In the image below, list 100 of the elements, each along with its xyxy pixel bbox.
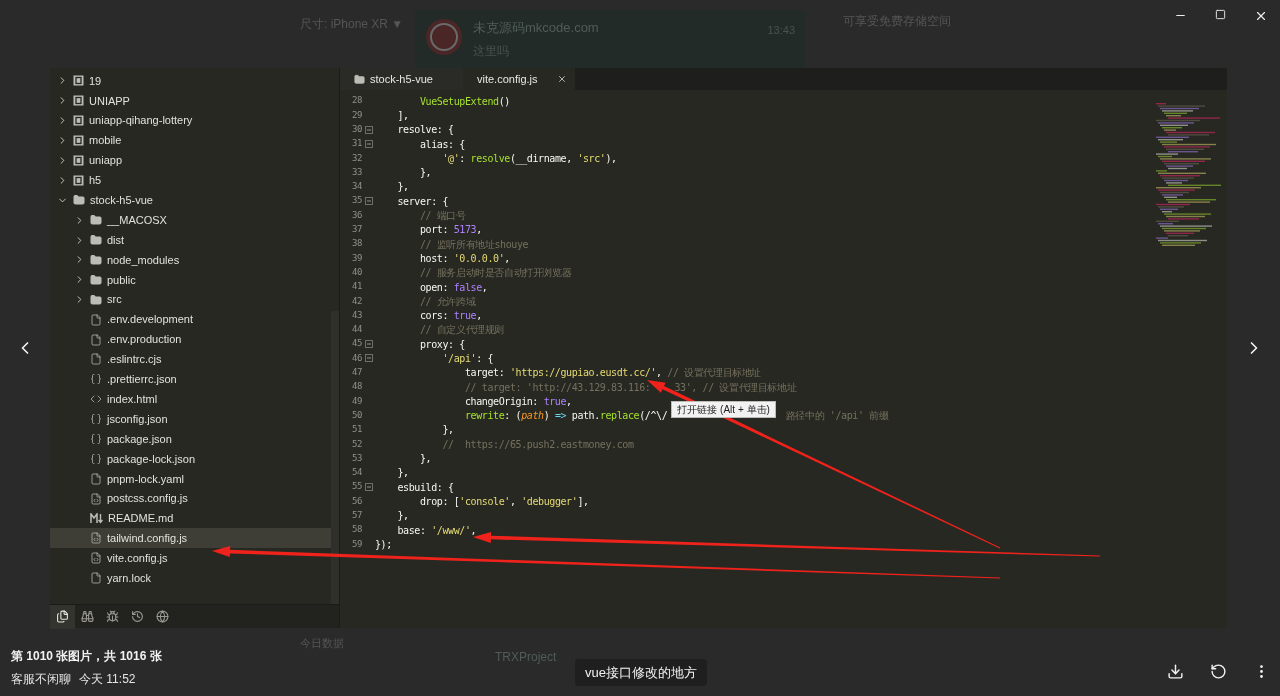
tree-item[interactable]: node_modules bbox=[50, 250, 331, 270]
code-line: target: 'https://gupiao.eusdt.cc/', // 设置代理目标地址 bbox=[463, 366, 761, 381]
tree-item[interactable]: pnpm-lock.yaml bbox=[50, 468, 331, 489]
code-line: 路径中的 '/api' 前缀 bbox=[785, 409, 889, 424]
tree-item[interactable]: .prettierrc.json bbox=[50, 369, 331, 390]
tree-item[interactable]: jsconfig.json bbox=[50, 409, 331, 430]
maximize-icon[interactable] bbox=[1215, 9, 1226, 20]
tree-item[interactable]: tailwind.config.js bbox=[50, 528, 331, 549]
code-line: }, bbox=[418, 166, 432, 181]
braces-icon bbox=[90, 452, 102, 465]
code-line: }, bbox=[396, 509, 409, 524]
line-number: 35 bbox=[350, 194, 362, 208]
code-line: esbuild: { bbox=[396, 480, 454, 495]
collapse-icon[interactable] bbox=[364, 125, 373, 134]
project-icon bbox=[73, 155, 84, 166]
scrollbar[interactable] bbox=[331, 311, 339, 604]
close-icon[interactable] bbox=[557, 74, 567, 84]
collapse-icon[interactable] bbox=[364, 140, 373, 149]
editor-tab[interactable]: vite.config.js bbox=[463, 68, 575, 90]
tree-item[interactable]: vite.config.js bbox=[50, 548, 331, 569]
line-number: 48 bbox=[350, 380, 362, 394]
code-line: // 自定义代理规则 bbox=[418, 323, 505, 338]
project-icon bbox=[73, 135, 84, 147]
code-line: alias: { bbox=[418, 137, 465, 152]
avatar bbox=[425, 18, 463, 56]
collapse-icon[interactable] bbox=[364, 483, 373, 492]
tree-item[interactable]: h5 bbox=[50, 170, 331, 191]
tree-item[interactable]: src bbox=[50, 289, 331, 310]
collapse-icon[interactable] bbox=[364, 197, 373, 206]
folder-icon bbox=[90, 273, 102, 286]
code-line: // 允许跨域 bbox=[418, 294, 476, 309]
file-icon bbox=[90, 313, 102, 326]
line-number: 31 bbox=[350, 137, 362, 151]
tree-item[interactable]: dist bbox=[50, 230, 331, 250]
script-file-icon bbox=[90, 552, 102, 565]
tree-item[interactable]: .env.development bbox=[50, 309, 331, 330]
project-icon bbox=[73, 174, 84, 186]
line-number: 32 bbox=[350, 151, 362, 165]
code-line: proxy: { bbox=[418, 337, 465, 352]
line-number: 42 bbox=[350, 294, 362, 308]
tree-item[interactable]: public bbox=[50, 269, 331, 290]
code-line: // https://65.push2.eastmoney.com bbox=[441, 437, 634, 452]
line-number: 51 bbox=[350, 423, 362, 437]
tree-item[interactable]: uniapp bbox=[50, 150, 331, 171]
sent-time: 今天 11:52 bbox=[79, 671, 136, 688]
tree-item[interactable]: stock-h5-vue bbox=[50, 190, 331, 211]
code-line: // 监听所有地址shouye bbox=[418, 237, 529, 252]
line-number: 28 bbox=[350, 94, 362, 108]
collapse-icon[interactable] bbox=[364, 354, 373, 363]
tree-item[interactable]: index.html bbox=[50, 389, 331, 410]
line-number: 53 bbox=[350, 451, 362, 465]
tree-item[interactable]: package-lock.json bbox=[50, 448, 331, 469]
braces-icon bbox=[90, 432, 102, 445]
code-line: // 端口号 bbox=[418, 209, 466, 224]
tree-item[interactable]: mobile bbox=[50, 130, 331, 151]
line-number: 45 bbox=[350, 337, 362, 351]
folder-icon bbox=[90, 214, 102, 227]
line-number: 47 bbox=[350, 366, 362, 380]
line-number: 56 bbox=[350, 494, 362, 508]
close-icon[interactable] bbox=[1254, 9, 1268, 23]
tree-item[interactable]: __MACOSX bbox=[50, 210, 331, 231]
code-line: // target: 'http://43.129.83.116: bbox=[463, 380, 651, 395]
line-number: 40 bbox=[350, 265, 362, 279]
folder-icon bbox=[90, 253, 102, 266]
code-line: changeOrigin: true, bbox=[463, 394, 572, 409]
line-number: 44 bbox=[350, 323, 362, 337]
line-number: 33 bbox=[350, 165, 362, 179]
line-number: 41 bbox=[350, 280, 362, 294]
tree-item[interactable]: .env.production bbox=[50, 329, 331, 350]
line-number: 30 bbox=[350, 123, 362, 136]
folder-icon bbox=[73, 194, 85, 207]
rotate-icon[interactable] bbox=[1210, 663, 1227, 680]
line-number: 46 bbox=[350, 351, 362, 365]
files-icon[interactable] bbox=[50, 604, 75, 629]
download-icon[interactable] bbox=[1167, 663, 1184, 680]
image-counter: 第 1010 张图片，共 1016 张 bbox=[11, 648, 163, 665]
tree-item[interactable]: package.json bbox=[50, 429, 331, 449]
tree-item[interactable]: yarn.lock bbox=[50, 568, 331, 589]
code-line: }, bbox=[441, 423, 454, 438]
collapse-icon[interactable] bbox=[364, 340, 373, 349]
line-number: 55 bbox=[350, 480, 362, 494]
tree-item[interactable]: 19 bbox=[50, 71, 331, 91]
file-icon bbox=[90, 333, 102, 346]
code-line: resolve: { bbox=[396, 123, 454, 138]
tree-item[interactable]: uniapp-qihang-lottery bbox=[50, 110, 331, 131]
code-line: VueSetupExtend() bbox=[418, 94, 510, 109]
code-line: base: '/www/', bbox=[396, 523, 477, 538]
code-line: server: { bbox=[396, 194, 449, 209]
tree-item[interactable]: UNIAPP bbox=[50, 90, 331, 111]
tree-item[interactable]: README.md bbox=[50, 508, 331, 529]
code-line: '@': resolve(__dirname, 'src'), bbox=[441, 151, 617, 166]
braces-icon bbox=[90, 413, 102, 426]
line-number: 43 bbox=[350, 308, 362, 322]
code-line: }, bbox=[396, 466, 409, 481]
project-icon bbox=[73, 95, 84, 107]
tree-item[interactable]: postcss.config.js bbox=[50, 488, 331, 509]
script-file-icon bbox=[90, 492, 102, 505]
line-number: 52 bbox=[350, 437, 362, 451]
editor-tab[interactable]: stock-h5-vue bbox=[340, 68, 463, 90]
tree-item[interactable]: .eslintrc.cjs bbox=[50, 349, 331, 370]
